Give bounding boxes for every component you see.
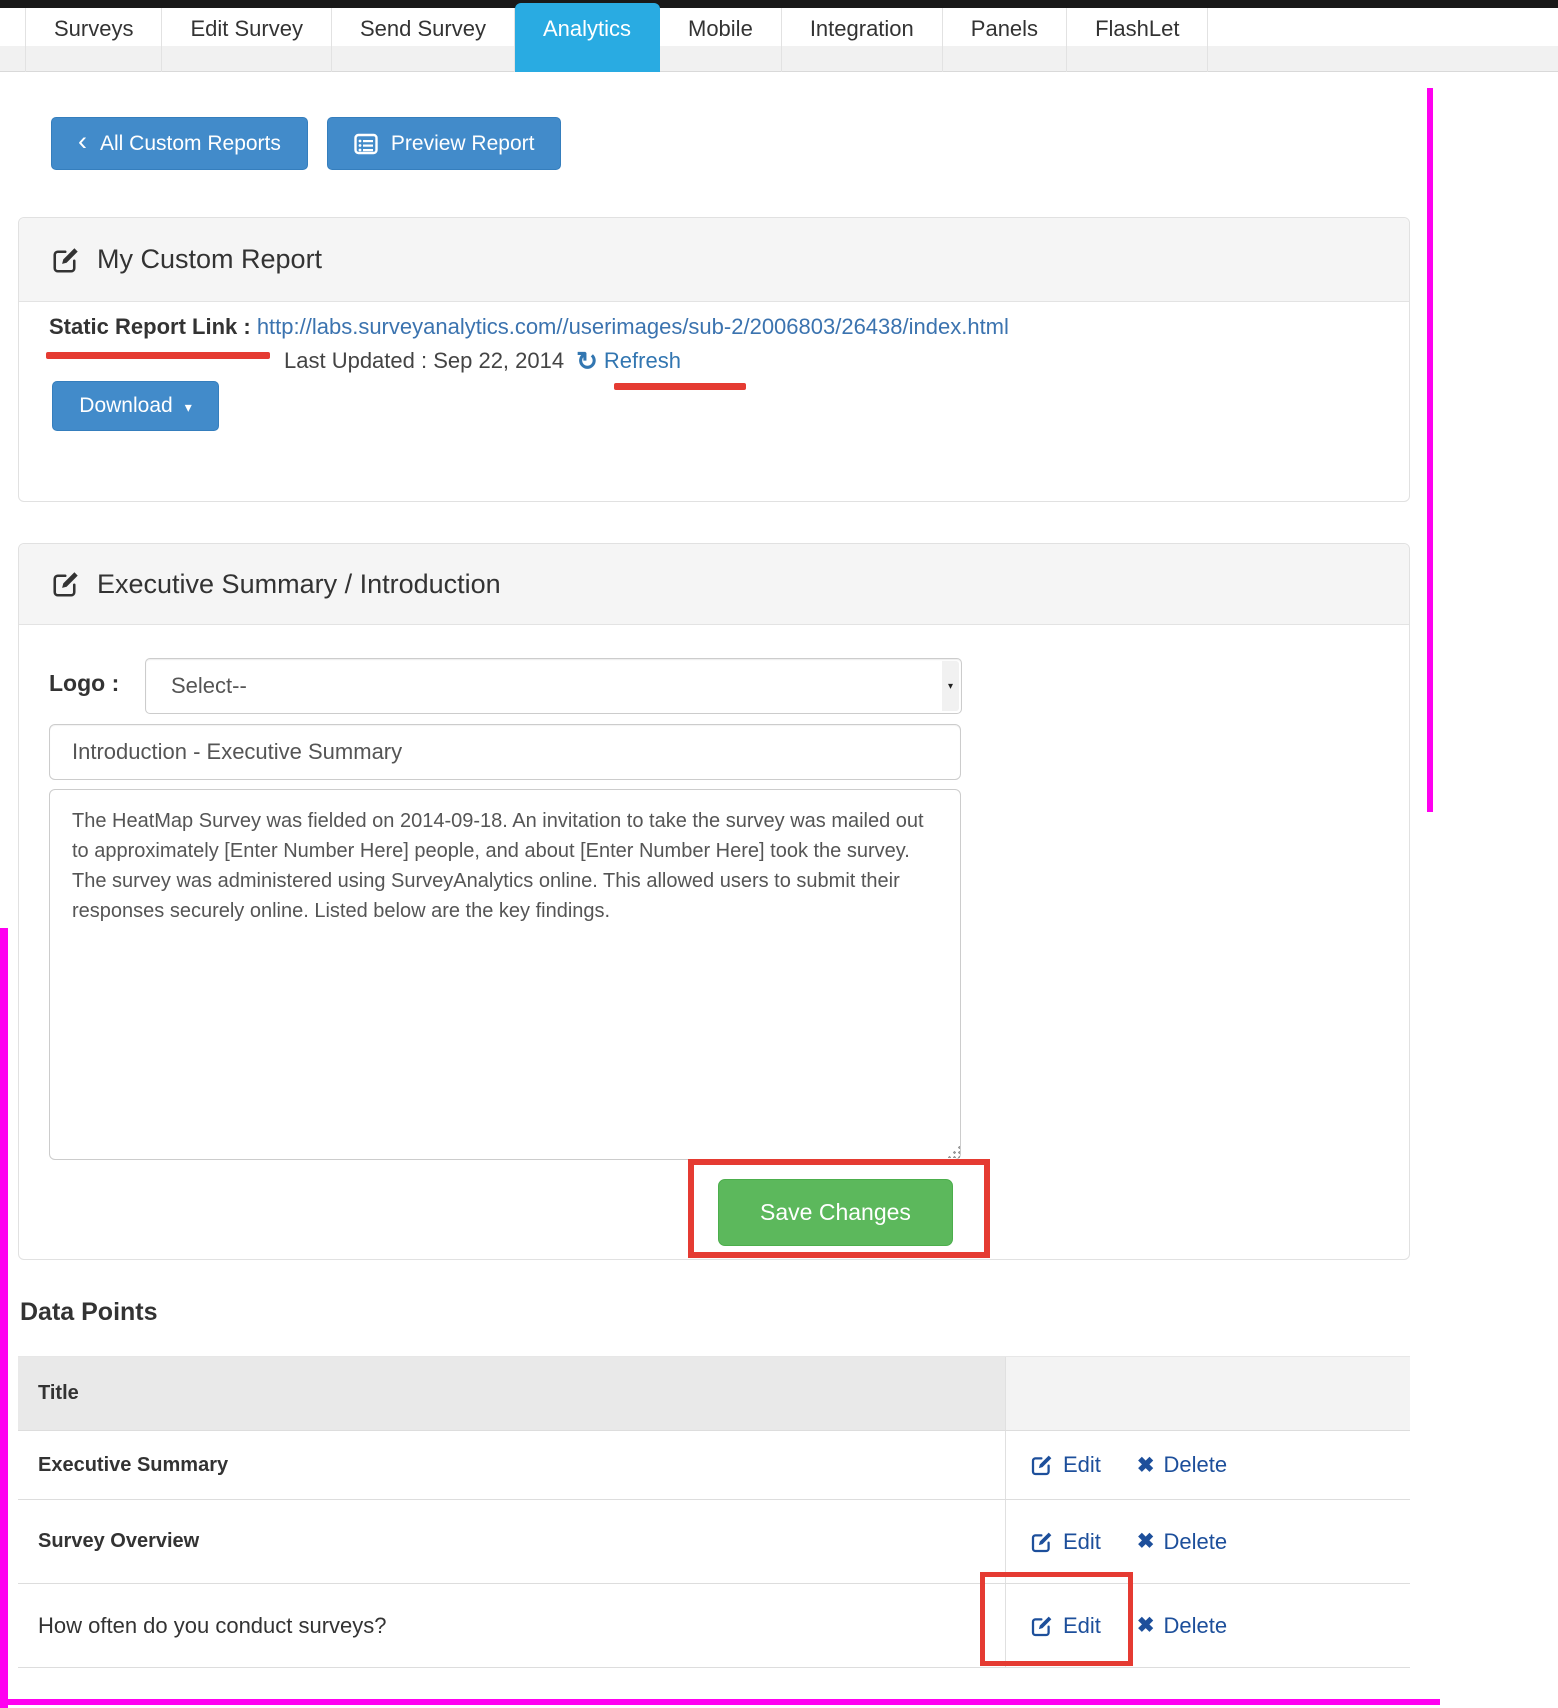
edit-pencil-icon — [1030, 1530, 1054, 1554]
delete-link[interactable]: ✖ Delete — [1137, 1613, 1227, 1639]
static-report-link-line: Static Report Link : http://labs.surveya… — [49, 314, 1009, 340]
delete-link[interactable]: ✖ Delete — [1137, 1452, 1227, 1478]
section-body-textarea[interactable]: The HeatMap Survey was fielded on 2014-0… — [49, 789, 961, 1160]
section-title-input[interactable] — [49, 724, 961, 780]
main-nav: Surveys Edit Survey Send Survey Analytic… — [0, 8, 1558, 72]
tab-panels[interactable]: Panels — [943, 8, 1067, 72]
refresh-icon: ↻ — [576, 348, 598, 374]
table-header-row: Title — [18, 1357, 1410, 1431]
top-black-bar — [0, 0, 1558, 8]
row-actions-cell: Edit ✖ Delete — [1006, 1584, 1410, 1667]
list-alt-icon — [354, 133, 378, 155]
last-updated-line: Last Updated : Sep 22, 2014 ↻ Refresh — [284, 348, 681, 374]
tab-edit-survey[interactable]: Edit Survey — [162, 8, 332, 72]
row-actions-cell: Edit ✖ Delete — [1006, 1500, 1410, 1583]
edit-link[interactable]: Edit — [1030, 1529, 1101, 1555]
tab-flashlet[interactable]: FlashLet — [1067, 8, 1208, 72]
edit-pencil-icon — [51, 245, 81, 275]
all-custom-reports-button[interactable]: ‹ All Custom Reports — [51, 117, 308, 170]
row-title: Survey Overview — [38, 1530, 199, 1553]
refresh-link[interactable]: ↻ Refresh — [576, 348, 681, 374]
tab-integration[interactable]: Integration — [782, 8, 943, 72]
row-title-cell: How often do you conduct surveys? — [18, 1584, 1006, 1667]
row-title: Executive Summary — [38, 1454, 228, 1477]
delete-x-icon: ✖ — [1137, 1531, 1155, 1552]
edit-pencil-icon — [51, 569, 81, 599]
refresh-label: Refresh — [604, 348, 681, 374]
table-row: Survey Overview Edit ✖ Delete — [18, 1500, 1410, 1584]
edit-link[interactable]: Edit — [1030, 1452, 1101, 1478]
download-button[interactable]: Download ▾ — [52, 381, 219, 431]
delete-x-icon: ✖ — [1137, 1615, 1155, 1636]
data-points-table: Title Executive Summary Edit ✖ Delete — [18, 1356, 1410, 1668]
magenta-line-right — [1427, 88, 1433, 812]
select-dropdown-arrow-icon[interactable]: ▾ — [942, 661, 959, 711]
delete-x-icon: ✖ — [1137, 1455, 1155, 1476]
chevron-left-icon: ‹ — [78, 128, 87, 155]
magenta-line-left — [0, 928, 8, 1708]
delete-label: Delete — [1164, 1529, 1228, 1555]
tab-mobile[interactable]: Mobile — [660, 8, 782, 72]
panel-title: My Custom Report — [97, 244, 322, 275]
logo-label: Logo : — [49, 670, 119, 697]
preview-report-label: Preview Report — [391, 132, 535, 156]
executive-summary-panel: Executive Summary / Introduction Logo : … — [18, 543, 1410, 1260]
executive-summary-header: Executive Summary / Introduction — [19, 544, 1409, 625]
table-row: How often do you conduct surveys? Edit ✖… — [18, 1584, 1410, 1668]
download-label: Download — [79, 394, 172, 418]
logo-select[interactable]: Select-- ▾ — [145, 658, 962, 714]
my-custom-report-panel: My Custom Report Static Report Link : ht… — [18, 217, 1410, 502]
row-title-cell: Executive Summary — [18, 1431, 1006, 1499]
panel-title: Executive Summary / Introduction — [97, 569, 501, 600]
edit-pencil-icon — [1030, 1614, 1054, 1638]
static-report-link[interactable]: http://labs.surveyanalytics.com//userima… — [257, 314, 1009, 339]
logo-select-value: Select-- — [171, 673, 247, 699]
delete-label: Delete — [1164, 1452, 1228, 1478]
title-column-header: Title — [18, 1357, 1006, 1430]
row-title: How often do you conduct surveys? — [38, 1613, 387, 1639]
delete-link[interactable]: ✖ Delete — [1137, 1529, 1227, 1555]
edit-pencil-icon — [1030, 1453, 1054, 1477]
table-row: Executive Summary Edit ✖ Delete — [18, 1431, 1410, 1500]
edit-label: Edit — [1063, 1613, 1101, 1639]
static-report-link-label: Static Report Link : — [49, 314, 251, 339]
data-points-heading: Data Points — [20, 1298, 158, 1327]
row-actions-cell: Edit ✖ Delete — [1006, 1431, 1410, 1499]
preview-report-button[interactable]: Preview Report — [327, 117, 562, 170]
row-title-cell: Survey Overview — [18, 1500, 1006, 1583]
my-custom-report-header: My Custom Report — [19, 218, 1409, 302]
last-updated-label: Last Updated : Sep 22, 2014 — [284, 348, 564, 374]
delete-label: Delete — [1164, 1613, 1228, 1639]
tab-surveys[interactable]: Surveys — [25, 8, 162, 72]
tab-send-survey[interactable]: Send Survey — [332, 8, 515, 72]
all-custom-reports-label: All Custom Reports — [100, 132, 281, 156]
edit-label: Edit — [1063, 1529, 1101, 1555]
caret-down-icon: ▾ — [185, 399, 192, 416]
edit-label: Edit — [1063, 1452, 1101, 1478]
tab-analytics[interactable]: Analytics — [515, 3, 660, 72]
toolbar: ‹ All Custom Reports Preview Report — [51, 117, 561, 170]
edit-link[interactable]: Edit — [1030, 1613, 1101, 1639]
save-changes-button[interactable]: Save Changes — [718, 1179, 953, 1246]
tab-strip: Surveys Edit Survey Send Survey Analytic… — [25, 8, 1558, 72]
magenta-line-bottom — [0, 1699, 1440, 1705]
actions-column-header — [1006, 1357, 1410, 1430]
